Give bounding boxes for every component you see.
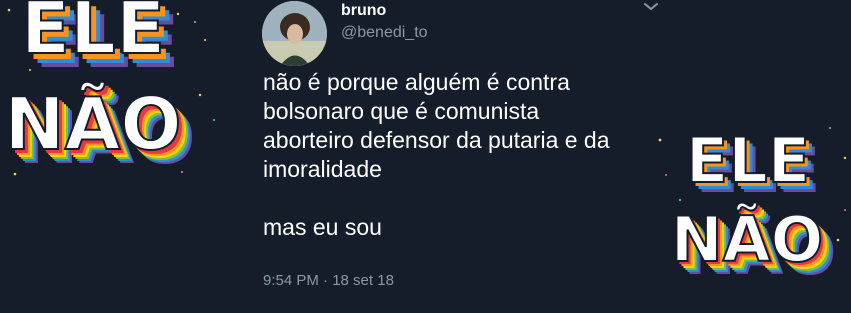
sticker-text-line1: ELE xyxy=(686,124,810,197)
tweet-text: não é porque alguém é contra bolsonaro q… xyxy=(263,68,693,242)
sticker-text-line2: NÃO xyxy=(671,203,824,276)
avatar-photo xyxy=(262,1,327,66)
tweet-timestamp[interactable]: 9:54 PM · 18 set 18 xyxy=(263,272,394,289)
display-name[interactable]: bruno xyxy=(341,2,386,20)
tweet-text-line: mas eu sou xyxy=(263,214,382,240)
tweet-text-line: não é porque alguém é contra xyxy=(263,69,570,95)
sticker-text-line2: NÃO xyxy=(4,82,181,166)
sticker-text-line1: ELE xyxy=(21,0,165,70)
user-handle[interactable]: @benedi_to xyxy=(341,24,428,42)
ele-nao-sticker-left: NÃO NÃO NÃO NÃO NÃO NÃO NÃO ELE ELE ELE … xyxy=(0,0,215,182)
chevron-down-icon[interactable] xyxy=(642,0,660,12)
tweet: bruno @benedi_to não é porque alguém é c… xyxy=(262,0,682,289)
tweet-text-line: imoralidade xyxy=(263,156,382,182)
user-avatar[interactable] xyxy=(262,1,327,66)
tweet-text-line: bolsonaro que é comunista xyxy=(263,98,540,124)
tweet-text-line: aborteiro defensor da putaria e da xyxy=(263,127,610,153)
